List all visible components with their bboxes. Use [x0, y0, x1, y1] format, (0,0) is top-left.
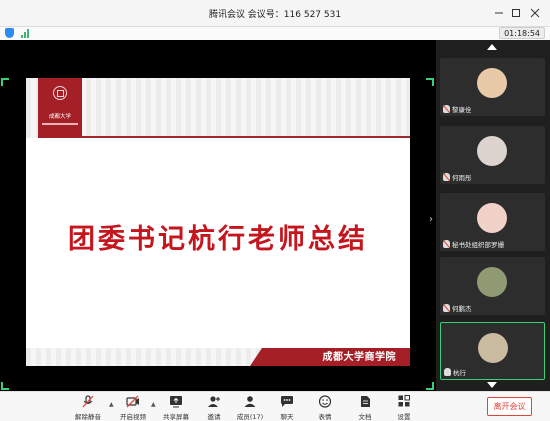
meeting-timer: 01:18:54 — [499, 27, 545, 39]
logo-underline — [42, 123, 78, 125]
mic-muted-icon — [443, 304, 450, 312]
mic-muted-icon — [443, 173, 450, 181]
participant-name: 何雨彤 — [452, 174, 472, 182]
scroll-down-icon[interactable] — [487, 382, 497, 388]
presentation-slide: 成都大学 团委书记杭行老师总结 成都大学商学院 — [26, 78, 410, 366]
avatar — [478, 333, 508, 363]
invite-button[interactable]: 邀请 — [194, 394, 234, 421]
frame-corner — [1, 78, 9, 86]
frame-corner — [426, 382, 434, 390]
shield-icon[interactable] — [5, 28, 14, 38]
participant-tile[interactable]: 何雨彤 — [440, 126, 545, 184]
mic-muted-icon — [443, 105, 450, 113]
chat-button[interactable]: 聊天 — [267, 394, 307, 421]
members-label: 成员(17) — [236, 413, 264, 421]
mic-icon — [444, 368, 451, 376]
settings-button[interactable]: 设置 — [384, 394, 424, 421]
scroll-up-icon[interactable] — [487, 44, 497, 50]
share-screen-button[interactable]: 共享屏幕 — [156, 394, 196, 421]
unmute-button[interactable]: 解除静音 — [68, 394, 108, 421]
status-bar: 01:18:54 — [0, 27, 550, 40]
invite-label: 邀请 — [207, 413, 221, 421]
start-video-label: 开启视频 — [120, 413, 146, 421]
participant-tile[interactable]: 何鹏杰 — [440, 257, 545, 315]
university-logo: 成都大学 — [38, 78, 82, 138]
reactions-button[interactable]: 表情 — [305, 394, 345, 421]
slide-footer: 成都大学商学院 — [26, 348, 410, 366]
smiley-icon — [318, 395, 332, 408]
docs-label: 文档 — [358, 413, 372, 421]
video-off-icon — [126, 395, 139, 408]
slide-header-line — [76, 136, 410, 138]
apps-grid-icon — [398, 395, 410, 407]
participant-tile[interactable]: 黎康佺 — [440, 58, 545, 116]
slide-title: 团委书记杭行老师总结 — [68, 224, 368, 255]
participant-tile-active[interactable]: 杭行 — [440, 322, 545, 380]
members-icon — [244, 396, 256, 407]
title-bar: 腾讯会议 会议号：116 527 531 — [0, 0, 550, 27]
start-video-button[interactable]: 开启视频 — [113, 394, 153, 421]
invite-icon — [208, 396, 220, 407]
share-screen-label: 共享屏幕 — [163, 413, 189, 421]
settings-label: 设置 — [397, 413, 411, 421]
document-icon — [361, 396, 370, 407]
university-seal-icon — [53, 86, 67, 100]
mic-muted-icon — [443, 240, 450, 248]
participant-name: 黎康佺 — [452, 106, 472, 114]
frame-corner — [426, 78, 434, 86]
signal-icon[interactable] — [21, 29, 31, 38]
share-screen-icon — [170, 396, 182, 408]
maximize-icon[interactable] — [509, 6, 523, 20]
slide-footer-text: 成都大学商学院 — [322, 352, 396, 363]
avatar — [477, 267, 507, 297]
close-icon[interactable] — [528, 6, 542, 20]
meeting-toolbar: 解除静音 ▲ 开启视频 ▲ 共享屏幕 邀请 成员(17) 聊天 表情 文档 设置… — [0, 391, 550, 421]
participant-name: 何鹏杰 — [452, 305, 472, 313]
microphone-muted-icon — [82, 395, 94, 408]
meeting-window: 腾讯会议 会议号：116 527 531 01:18:54 › 成都大学 团委书… — [0, 0, 550, 421]
chat-label: 聊天 — [280, 413, 294, 421]
avatar — [477, 203, 507, 233]
avatar — [477, 68, 507, 98]
leave-meeting-button[interactable]: 离开会议 — [487, 397, 532, 416]
unmute-label: 解除静音 — [75, 413, 101, 421]
window-title: 腾讯会议 会议号：116 527 531 — [208, 10, 342, 20]
shared-screen-area: › 成都大学 团委书记杭行老师总结 成都大学商学院 — [0, 40, 436, 391]
participant-tile[interactable]: 秘书处组织部罗姗 — [440, 193, 545, 251]
participant-name: 杭行 — [453, 369, 466, 377]
members-button[interactable]: 成员(17) — [230, 394, 270, 421]
video-options-caret-icon[interactable]: ▲ — [151, 401, 156, 408]
reactions-label: 表情 — [318, 413, 332, 421]
frame-corner — [1, 382, 9, 390]
docs-button[interactable]: 文档 — [345, 394, 385, 421]
slide-header-band — [26, 78, 410, 138]
logo-text: 成都大学 — [48, 114, 71, 120]
participant-gallery: 黎康佺 何雨彤 秘书处组织部罗姗 何鹏杰 杭行 — [436, 40, 550, 391]
chat-icon — [281, 396, 293, 407]
chevron-right-icon[interactable]: › — [429, 214, 433, 225]
avatar — [477, 136, 507, 166]
participant-name: 秘书处组织部罗姗 — [452, 241, 504, 249]
minimize-icon[interactable] — [492, 6, 506, 20]
